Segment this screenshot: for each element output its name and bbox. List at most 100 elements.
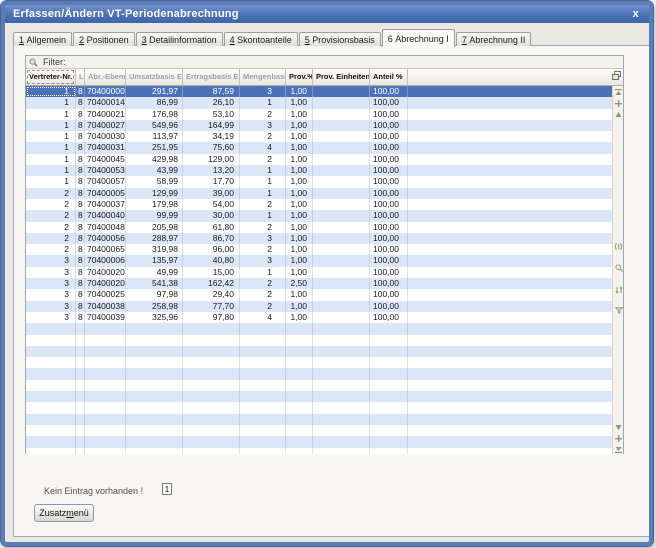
table-row[interactable]: 3870400020541,38162,4222,50100,00 — [26, 278, 612, 289]
table-row-empty[interactable] — [26, 425, 612, 436]
cell-ertragsbasis-eur — [183, 335, 240, 346]
table-row[interactable]: 1870400045429,98129,0021,00100,00 — [26, 154, 612, 165]
cell-prov: 1,00 — [286, 154, 313, 165]
cell-prov-einheiten — [313, 391, 370, 402]
column-header-vertreter-nr[interactable]: Vertreter-Nr. — [26, 69, 76, 85]
window-title: Erfassen/Ändern VT-Periodenabrechnung — [13, 8, 239, 20]
cell-umsatzbasis-eur: 49,99 — [126, 267, 183, 278]
filter-bar[interactable]: Filter: — [26, 56, 623, 69]
table-row-empty[interactable] — [26, 436, 612, 447]
cell-anteil: 100,00 — [370, 301, 408, 312]
tab-abrechnung-i[interactable]: 6 Abrechnung I — [382, 29, 455, 47]
table-row[interactable]: 3870400006135,9740,8031,00100,00 — [26, 255, 612, 266]
cell-mengenbasis — [240, 368, 286, 379]
cell-ertragsbasis-eur — [183, 425, 240, 436]
table-row[interactable]: 387040002597,9829,4021,00100,00 — [26, 289, 612, 300]
cell-umsatzbasis-eur — [126, 357, 183, 368]
status-bar: Kein Eintrag vorhanden ! — [44, 486, 143, 496]
table-row[interactable]: 2870400065319,9896,0021,00100,00 — [26, 244, 612, 255]
table-row[interactable]: 3870400039325,9697,8041,00100,00 — [26, 312, 612, 323]
tab-skontoanteile[interactable]: 4 Skontoanteile — [224, 32, 298, 46]
table-row-empty[interactable] — [26, 391, 612, 402]
grid-scrollbar[interactable] — [612, 86, 623, 454]
cell-filler — [408, 109, 612, 120]
scroll-to-bottom-icon[interactable] — [614, 445, 623, 454]
zusatzmenu-button[interactable]: Zusatzmenü — [34, 504, 94, 522]
column-header-anteil[interactable]: Anteil % — [370, 69, 408, 85]
cell-umsatzbasis-eur — [126, 414, 183, 425]
cell-prov-einheiten — [313, 436, 370, 447]
column-header-prov-einheiten[interactable]: Prov. Einheiten — [313, 69, 370, 85]
cell-vertreter-nr: 2 — [26, 233, 76, 244]
table-row[interactable]: 3870400038258,9877,7021,00100,00 — [26, 301, 612, 312]
table-row[interactable]: 187040005343,9913,2011,00100,00 — [26, 165, 612, 176]
cell-ertragsbasis-eur: 162,42 — [183, 278, 240, 289]
table-row-empty[interactable] — [26, 335, 612, 346]
column-resize-icon[interactable] — [614, 242, 623, 251]
table-row[interactable]: 1870400030113,9734,1921,00100,00 — [26, 131, 612, 142]
page-up-icon[interactable] — [614, 110, 623, 119]
scroll-to-top-icon[interactable] — [614, 88, 623, 97]
table-row-empty[interactable] — [26, 357, 612, 368]
step-up-icon[interactable] — [614, 99, 623, 108]
column-header-umsatzbasis-eur[interactable]: Umsatzbasis EUR — [126, 69, 183, 85]
column-header-ertragsbasis-eur[interactable]: Ertragsbasis EUR — [183, 69, 240, 85]
tab-provisionsbasis[interactable]: 5 Provisionsbasis — [299, 32, 381, 46]
tab-label: Provisionsbasis — [310, 35, 375, 45]
table-row[interactable]: 1870400027549,96164,9931,00100,00 — [26, 120, 612, 131]
column-header-mengenbasis[interactable]: Mengenbasis — [240, 69, 286, 85]
cell-prov: 1,00 — [286, 109, 313, 120]
table-row[interactable]: 1870400000291,9787,5931,00100,00 — [26, 86, 612, 97]
table-row[interactable]: 2870400056288,9786,7031,00100,00 — [26, 233, 612, 244]
table-row[interactable]: 387040002049,9915,0011,00100,00 — [26, 267, 612, 278]
tab-abrechnung-ii[interactable]: 7 Abrechnung II — [456, 32, 532, 46]
cell-abr-ebene — [85, 402, 126, 413]
sort-icon[interactable] — [614, 285, 623, 294]
table-row[interactable]: 287040004099,9930,0011,00100,00 — [26, 210, 612, 221]
step-down-icon[interactable] — [614, 434, 623, 443]
table-row-empty[interactable] — [26, 380, 612, 391]
search-icon[interactable] — [614, 263, 623, 272]
title-bar[interactable]: Erfassen/Ändern VT-Periodenabrechnung x — [5, 5, 649, 23]
cell-anteil: 100,00 — [370, 131, 408, 142]
column-chooser-button[interactable] — [609, 69, 623, 85]
cell-anteil: 100,00 — [370, 97, 408, 108]
table-row[interactable]: 187040005758,9917,7011,00100,00 — [26, 176, 612, 187]
cell-prov-einheiten — [313, 255, 370, 266]
cell-mengenbasis — [240, 391, 286, 402]
table-row[interactable]: 2870400048205,9861,8021,00100,00 — [26, 222, 612, 233]
table-row[interactable]: 1870400031251,9575,6041,00100,00 — [26, 142, 612, 153]
cell-vertreter-nr — [26, 391, 76, 402]
cell-prov: 1,00 — [286, 255, 313, 266]
table-row[interactable]: 2870400005129,9939,0011,00100,00 — [26, 188, 612, 199]
tab-positionen[interactable]: 2 Positionen — [73, 32, 135, 46]
column-header-abr-ebene[interactable]: Abr.-Ebene — [85, 69, 126, 85]
table-row-empty[interactable] — [26, 414, 612, 425]
cell-prov-einheiten — [313, 131, 370, 142]
column-header-prov[interactable]: Prov.% — [286, 69, 313, 85]
table-row-empty[interactable] — [26, 323, 612, 334]
table-row[interactable]: 1870400021176,9853,1021,00100,00 — [26, 109, 612, 120]
table-row[interactable]: 187040001486,9926,1011,00100,00 — [26, 97, 612, 108]
cell-ertragsbasis-eur — [183, 368, 240, 379]
close-icon[interactable]: x — [631, 8, 641, 20]
tab-detailinformation[interactable]: 3 Detailinformation — [136, 32, 223, 46]
tab-allgemein[interactable]: 1 Allgemein — [13, 32, 72, 46]
cell-prov — [286, 380, 313, 391]
table-row-empty[interactable] — [26, 368, 612, 379]
cell-abr-ebene: 70400000 — [85, 86, 126, 97]
page-down-icon[interactable] — [614, 423, 623, 432]
table-row-empty[interactable] — [26, 448, 612, 455]
cell-ertragsbasis-eur: 75,60 — [183, 142, 240, 153]
cell-umsatzbasis-eur: 113,97 — [126, 131, 183, 142]
table-row-empty[interactable] — [26, 346, 612, 357]
cell-l — [76, 357, 85, 368]
column-header-l[interactable]: L — [76, 69, 85, 85]
table-row[interactable]: 2870400037179,9854,0021,00100,00 — [26, 199, 612, 210]
cell-mengenbasis: 1 — [240, 267, 286, 278]
tab-label: Abrechnung I — [393, 34, 449, 44]
filter-icon[interactable] — [614, 306, 623, 315]
cell-umsatzbasis-eur: 99,99 — [126, 210, 183, 221]
table-row-empty[interactable] — [26, 402, 612, 413]
cell-vertreter-nr — [26, 346, 76, 357]
